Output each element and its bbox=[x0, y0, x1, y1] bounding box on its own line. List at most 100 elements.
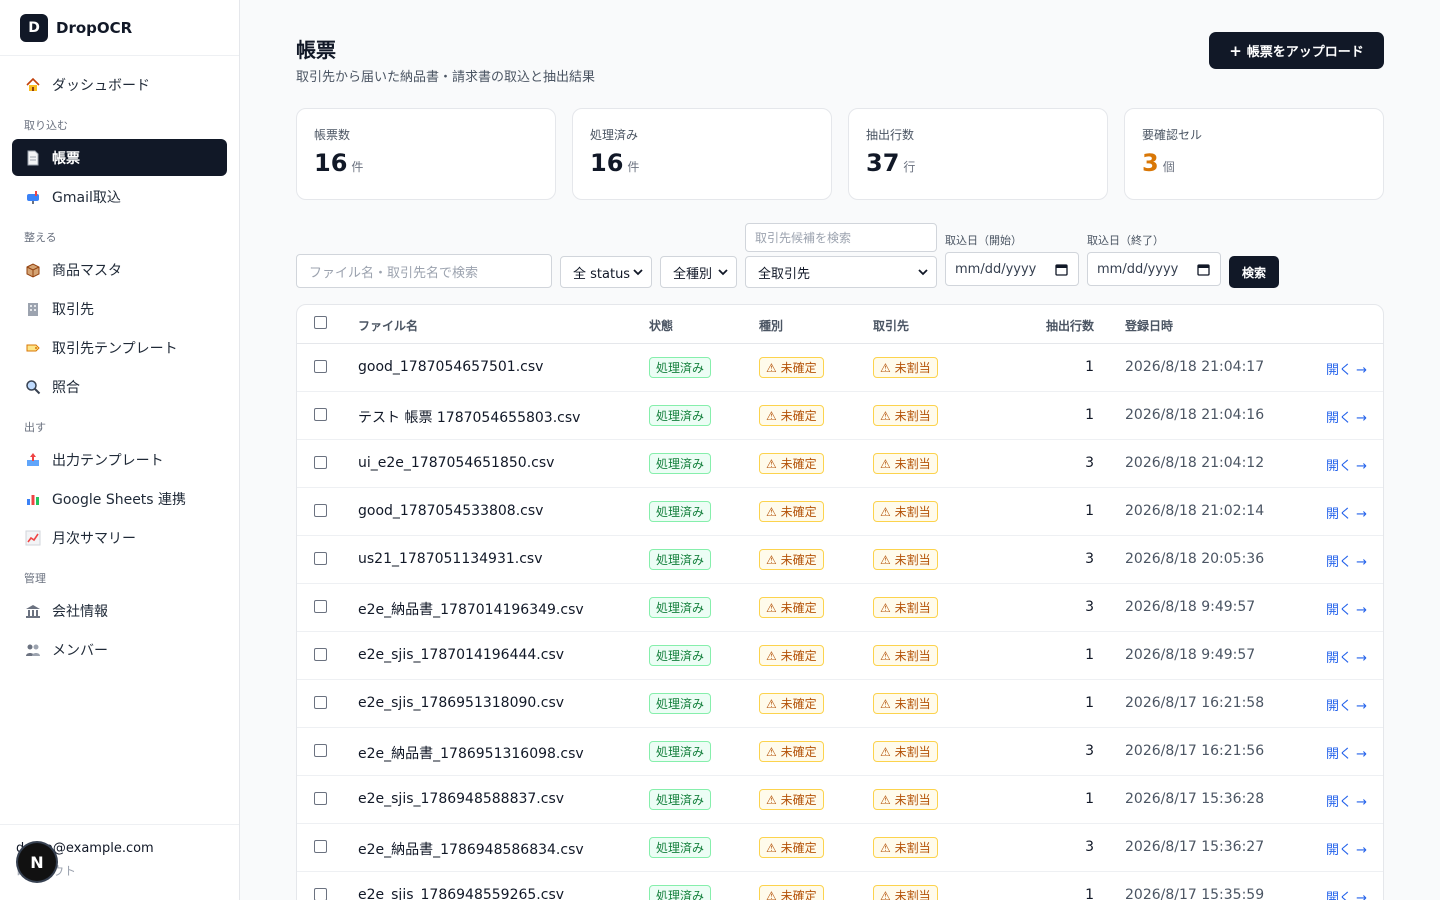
date-end-input[interactable]: mm/dd/yyyy bbox=[1087, 252, 1221, 286]
partner-badge: ⚠ 未割当 bbox=[873, 453, 938, 474]
table-row[interactable]: e2e_納品書_1786951316098.csv 処理済み ⚠ 未確定 ⚠ 未割当 3… bbox=[297, 728, 1383, 776]
row-checkbox[interactable] bbox=[314, 600, 327, 613]
registered-at: 2026/8/17 15:35:59 bbox=[1125, 887, 1265, 900]
sidebar-item[interactable]: 取引先 bbox=[12, 290, 227, 327]
row-checkbox[interactable] bbox=[314, 408, 327, 421]
line-count: 1 bbox=[1085, 359, 1094, 375]
stat-value: 37 bbox=[866, 149, 900, 177]
open-link[interactable]: 開く → bbox=[1326, 839, 1367, 858]
registered-at: 2026/8/18 21:02:14 bbox=[1125, 503, 1265, 519]
table-row[interactable]: ui_e2e_1787054651850.csv 処理済み ⚠ 未確定 ⚠ 未割当 3 2… bbox=[297, 440, 1383, 488]
row-checkbox[interactable] bbox=[314, 744, 327, 757]
sidebar-item[interactable]: 照合 bbox=[12, 368, 227, 405]
open-link[interactable]: 開く → bbox=[1326, 791, 1367, 810]
table-row[interactable]: e2e_sjis_1787014196444.csv 処理済み ⚠ 未確定 ⚠ 未割当… bbox=[297, 632, 1383, 680]
calendar-icon[interactable] bbox=[1055, 263, 1068, 276]
table-row[interactable]: e2e_sjis_1786948588837.csv 処理済み ⚠ 未確定 ⚠ 未割当… bbox=[297, 776, 1383, 824]
outbox-icon bbox=[24, 451, 42, 469]
sidebar-item[interactable]: メンバー bbox=[12, 631, 227, 668]
row-checkbox[interactable] bbox=[314, 552, 327, 565]
kind-select-value: 全種別 bbox=[673, 266, 713, 282]
main-content: 帳票 取引先から届いた納品書・請求書の取込と抽出結果 + 帳票をアップロード 帳… bbox=[240, 0, 1440, 900]
table-row[interactable]: good_1787054533808.csv 処理済み ⚠ 未確定 ⚠ 未割当 1 202… bbox=[297, 488, 1383, 536]
row-checkbox[interactable] bbox=[314, 456, 327, 469]
stat-label: 帳票数 bbox=[314, 128, 351, 142]
sidebar-item[interactable]: 会社情報 bbox=[12, 592, 227, 629]
search-input[interactable]: ファイル名・取引先名で検索 bbox=[296, 254, 552, 288]
table-row[interactable]: e2e_sjis_1786951318090.csv 処理済み ⚠ 未確定 ⚠ 未割当… bbox=[297, 680, 1383, 728]
kind-badge: ⚠ 未確定 bbox=[759, 837, 824, 858]
calendar-icon[interactable] bbox=[1197, 263, 1210, 276]
open-link[interactable]: 開く → bbox=[1326, 551, 1367, 570]
stat-value: 16 bbox=[314, 149, 348, 177]
chevron-down-icon bbox=[633, 269, 643, 276]
kind-badge: ⚠ 未確定 bbox=[759, 645, 824, 666]
status-select[interactable]: 全 status bbox=[560, 256, 652, 288]
open-link[interactable]: 開く → bbox=[1326, 647, 1367, 666]
kind-select[interactable]: 全種別 bbox=[660, 256, 737, 288]
line-count: 1 bbox=[1085, 503, 1094, 519]
table-header: ファイル名 状態 種別 取引先 抽出行数 登録日時 bbox=[297, 305, 1383, 344]
table-body: good_1787054657501.csv 処理済み ⚠ 未確定 ⚠ 未割当 1 202… bbox=[297, 344, 1383, 900]
status-badge: 処理済み bbox=[649, 597, 712, 618]
partner-badge: ⚠ 未割当 bbox=[873, 597, 938, 618]
row-checkbox[interactable] bbox=[314, 696, 327, 709]
kind-badge: ⚠ 未確定 bbox=[759, 453, 824, 474]
stat-value-wrap: 16 件 bbox=[314, 149, 555, 177]
sidebar-item[interactable]: Google Sheets 連携 bbox=[12, 480, 227, 517]
row-checkbox[interactable] bbox=[314, 504, 327, 517]
row-checkbox[interactable] bbox=[314, 888, 327, 900]
table-row[interactable]: us21_1787051134931.csv 処理済み ⚠ 未確定 ⚠ 未割当 3 202… bbox=[297, 536, 1383, 584]
table-row[interactable]: e2e_納品書_1786948586834.csv 処理済み ⚠ 未確定 ⚠ 未割当 3… bbox=[297, 824, 1383, 872]
open-link[interactable]: 開く → bbox=[1326, 407, 1367, 426]
open-link[interactable]: 開く → bbox=[1326, 887, 1367, 900]
open-link[interactable]: 開く → bbox=[1326, 599, 1367, 618]
dev-tools-badge[interactable]: N bbox=[18, 843, 56, 881]
sidebar-item-label: 会社情報 bbox=[52, 603, 108, 620]
row-checkbox[interactable] bbox=[314, 840, 327, 853]
column-header-partner[interactable]: 取引先 bbox=[873, 317, 909, 334]
partner-badge: ⚠ 未割当 bbox=[873, 789, 938, 810]
partner-select[interactable]: 全取引先 bbox=[745, 256, 937, 288]
table-row[interactable]: e2e_納品書_1787014196349.csv 処理済み ⚠ 未確定 ⚠ 未割当 3… bbox=[297, 584, 1383, 632]
stat-unit: 個 bbox=[1162, 160, 1175, 174]
sidebar-item[interactable]: Gmail取込 bbox=[12, 178, 227, 215]
registered-at: 2026/8/17 16:21:58 bbox=[1125, 695, 1265, 711]
partner-badge: ⚠ 未割当 bbox=[873, 405, 938, 426]
column-header-registered[interactable]: 登録日時 bbox=[1125, 317, 1173, 334]
mailbox-icon bbox=[24, 188, 42, 206]
sidebar-item[interactable]: 月次サマリー bbox=[12, 519, 227, 556]
open-link[interactable]: 開く → bbox=[1326, 743, 1367, 762]
documents-table: ファイル名 状態 種別 取引先 抽出行数 登録日時 good_178705465… bbox=[296, 304, 1384, 900]
sidebar-item[interactable]: 帳票 bbox=[12, 139, 227, 176]
sidebar-item[interactable]: 取引先テンプレート bbox=[12, 329, 227, 366]
column-header-lines[interactable]: 抽出行数 bbox=[1046, 317, 1094, 334]
row-checkbox[interactable] bbox=[314, 360, 327, 373]
open-link[interactable]: 開く → bbox=[1326, 695, 1367, 714]
upload-button[interactable]: + 帳票をアップロード bbox=[1209, 32, 1384, 69]
table-row[interactable]: テスト 帳票 1787054655803.csv 処理済み ⚠ 未確定 ⚠ 未割当 1 2… bbox=[297, 392, 1383, 440]
house-icon bbox=[24, 76, 42, 94]
date-start-input[interactable]: mm/dd/yyyy bbox=[945, 252, 1079, 286]
brand[interactable]: D DropOCR bbox=[0, 0, 239, 56]
column-header-filename[interactable]: ファイル名 bbox=[358, 317, 418, 334]
sidebar-item[interactable]: 商品マスタ bbox=[12, 251, 227, 288]
row-checkbox[interactable] bbox=[314, 648, 327, 661]
sidebar-item[interactable]: 出力テンプレート bbox=[12, 441, 227, 478]
column-header-status[interactable]: 状態 bbox=[649, 317, 673, 334]
column-header-kind[interactable]: 種別 bbox=[759, 317, 783, 334]
open-link[interactable]: 開く → bbox=[1326, 455, 1367, 474]
nav-section-label: 管理 bbox=[24, 572, 46, 585]
sidebar-item[interactable]: ダッシュボード bbox=[12, 66, 227, 103]
row-checkbox[interactable] bbox=[314, 792, 327, 805]
open-link[interactable]: 開く → bbox=[1326, 503, 1367, 522]
search-button[interactable]: 検索 bbox=[1229, 256, 1279, 288]
partner-search-input[interactable]: 取引先候補を検索 bbox=[745, 223, 937, 252]
table-row[interactable]: good_1787054657501.csv 処理済み ⚠ 未確定 ⚠ 未割当 1 202… bbox=[297, 344, 1383, 392]
nav-section-label: 取り込む bbox=[24, 119, 68, 132]
table-row[interactable]: e2e_sjis_1786948559265.csv 処理済み ⚠ 未確定 ⚠ 未割当… bbox=[297, 872, 1383, 900]
select-all-checkbox[interactable] bbox=[314, 316, 327, 329]
open-link[interactable]: 開く → bbox=[1326, 359, 1367, 378]
registered-at: 2026/8/17 15:36:28 bbox=[1125, 791, 1265, 807]
status-badge: 処理済み bbox=[649, 453, 712, 474]
